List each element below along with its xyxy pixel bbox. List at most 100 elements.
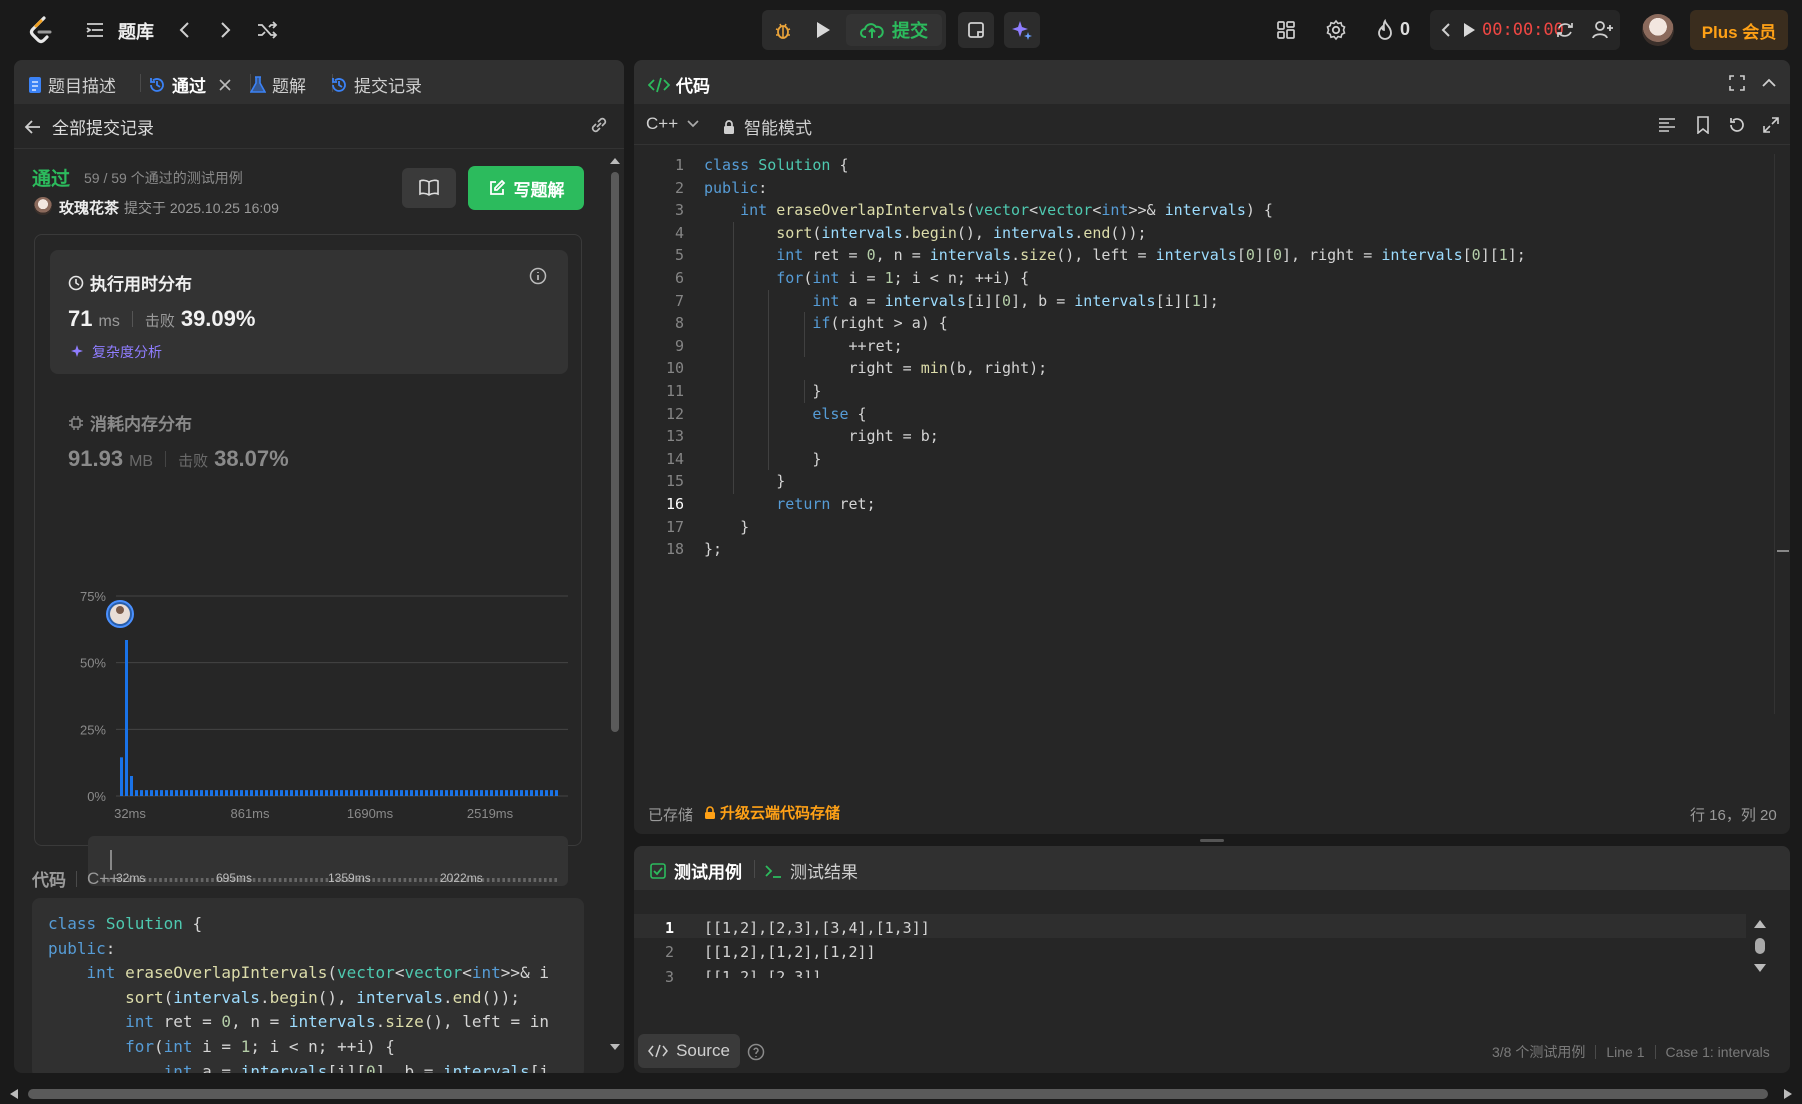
chart-bar[interactable] bbox=[345, 790, 348, 796]
chart-bar[interactable] bbox=[255, 790, 258, 796]
info-icon[interactable] bbox=[528, 266, 548, 286]
chart-bar[interactable] bbox=[310, 790, 313, 796]
chart-bar[interactable] bbox=[415, 790, 418, 796]
chart-bar[interactable] bbox=[150, 790, 153, 796]
share-link-icon[interactable] bbox=[586, 112, 612, 138]
chart-bar[interactable] bbox=[250, 790, 253, 796]
open-book-button[interactable] bbox=[402, 168, 456, 208]
chart-bar[interactable] bbox=[485, 790, 488, 796]
editor-scrollbar[interactable] bbox=[1774, 154, 1789, 714]
scrollbar-thumb[interactable] bbox=[28, 1089, 1768, 1099]
timer-play-icon[interactable] bbox=[1458, 16, 1480, 44]
chart-bar[interactable] bbox=[270, 790, 273, 796]
scroll-down-icon[interactable] bbox=[608, 1040, 622, 1054]
chart-bar[interactable] bbox=[120, 757, 123, 796]
chart-bar[interactable] bbox=[450, 790, 453, 796]
help-icon[interactable] bbox=[746, 1042, 766, 1062]
scroll-up-icon[interactable] bbox=[1753, 918, 1767, 930]
chart-bar[interactable] bbox=[260, 790, 263, 796]
editor-tab[interactable]: 代码 bbox=[648, 72, 710, 97]
chart-bar[interactable] bbox=[275, 790, 278, 796]
chart-bar[interactable] bbox=[355, 790, 358, 796]
scrollbar-thumb[interactable] bbox=[611, 172, 619, 732]
chart-bar[interactable] bbox=[495, 790, 498, 796]
timer-collapse-icon[interactable] bbox=[1436, 16, 1456, 44]
user-avatar[interactable] bbox=[1642, 14, 1674, 46]
chart-bar[interactable] bbox=[445, 790, 448, 796]
scroll-right-icon[interactable] bbox=[1782, 1088, 1794, 1100]
bookmark-icon[interactable] bbox=[1692, 114, 1714, 136]
chart-bar[interactable] bbox=[130, 776, 133, 796]
submit-button[interactable]: 提交 bbox=[846, 14, 942, 46]
chart-bar[interactable] bbox=[410, 790, 413, 796]
username[interactable]: 玫瑰花茶 bbox=[59, 197, 119, 218]
chart-bar[interactable] bbox=[455, 790, 458, 796]
ai-sparkle-icon[interactable] bbox=[1004, 12, 1040, 48]
chart-bar[interactable] bbox=[400, 790, 403, 796]
tab-description[interactable]: 题目描述 bbox=[28, 72, 116, 97]
chart-bar[interactable] bbox=[145, 790, 148, 796]
chart-bar[interactable] bbox=[475, 790, 478, 796]
code-content[interactable]: class Solution {public: int eraseOverlap… bbox=[704, 154, 1526, 561]
chart-bar[interactable] bbox=[165, 790, 168, 796]
chart-bar[interactable] bbox=[535, 790, 538, 796]
chart-bar[interactable] bbox=[360, 790, 363, 796]
chart-bar[interactable] bbox=[440, 790, 443, 796]
chart-bar[interactable] bbox=[435, 790, 438, 796]
chart-bar[interactable] bbox=[350, 790, 353, 796]
chart-bar[interactable] bbox=[390, 790, 393, 796]
chart-bar[interactable] bbox=[520, 790, 523, 796]
upgrade-cloud-storage-link[interactable]: 升级云端代码存储 bbox=[704, 802, 840, 823]
chart-bar[interactable] bbox=[540, 790, 543, 796]
tab-submissions[interactable]: 提交记录 bbox=[330, 72, 422, 97]
tab-testcases[interactable]: 测试用例 bbox=[650, 858, 742, 883]
back-to-submissions[interactable]: 全部提交记录 bbox=[24, 114, 154, 139]
shuffle-icon[interactable] bbox=[252, 16, 282, 44]
left-scrollbar[interactable] bbox=[608, 150, 622, 1060]
scroll-left-icon[interactable] bbox=[8, 1088, 20, 1100]
chart-minimap[interactable]: 32ms 695ms 1359ms 2022ms bbox=[88, 836, 568, 886]
chart-bar[interactable] bbox=[330, 790, 333, 796]
chart-bar[interactable] bbox=[230, 790, 233, 796]
chart-bar[interactable] bbox=[480, 790, 483, 796]
chart-bar[interactable] bbox=[490, 790, 493, 796]
chart-bar[interactable] bbox=[320, 790, 323, 796]
chart-bar[interactable] bbox=[300, 790, 303, 796]
add-friend-icon[interactable] bbox=[1586, 14, 1620, 46]
list-menu-icon[interactable] bbox=[80, 16, 110, 44]
chart-bar[interactable] bbox=[500, 790, 503, 796]
chart-bar[interactable] bbox=[175, 790, 178, 796]
chart-bar[interactable] bbox=[265, 790, 268, 796]
chart-bar[interactable] bbox=[335, 790, 338, 796]
leetcode-logo-icon[interactable] bbox=[24, 13, 58, 47]
tab-solutions[interactable]: 题解 bbox=[250, 72, 306, 97]
chart-bar[interactable] bbox=[225, 790, 228, 796]
reset-icon[interactable] bbox=[1726, 114, 1748, 136]
chart-bar[interactable] bbox=[190, 790, 193, 796]
chart-bar[interactable] bbox=[305, 790, 308, 796]
collapse-icon[interactable] bbox=[1758, 72, 1780, 94]
complexity-analysis-link[interactable]: 复杂度分析 bbox=[70, 342, 162, 362]
chart-bar[interactable] bbox=[555, 790, 558, 796]
chart-bar[interactable] bbox=[405, 790, 408, 796]
chart-bar[interactable] bbox=[315, 790, 318, 796]
chart-bar[interactable] bbox=[375, 790, 378, 796]
scrollbar-thumb[interactable] bbox=[1755, 938, 1765, 954]
chart-bar[interactable] bbox=[380, 790, 383, 796]
submitted-code-block[interactable]: class Solution {public: int eraseOverlap… bbox=[32, 898, 584, 1073]
scroll-down-icon[interactable] bbox=[1753, 962, 1767, 974]
chart-bar[interactable] bbox=[430, 790, 433, 796]
chart-bar[interactable] bbox=[240, 790, 243, 796]
code-editor[interactable]: 1 2 3 4 5 6 7 8 9 10 11 12 13 14 15 16 17 18 class Soluti… bbox=[634, 154, 1774, 714]
panel-resize-handle[interactable] bbox=[1200, 839, 1224, 842]
chart-bar[interactable] bbox=[200, 790, 203, 796]
chart-bar[interactable] bbox=[290, 790, 293, 796]
plus-member-button[interactable]: Plus 会员 bbox=[1690, 10, 1788, 50]
chart-bar[interactable] bbox=[285, 790, 288, 796]
chart-bar[interactable] bbox=[365, 790, 368, 796]
chart-bar[interactable] bbox=[245, 790, 248, 796]
chart-bar[interactable] bbox=[135, 790, 138, 796]
chart-bar[interactable] bbox=[180, 790, 183, 796]
chart-bar[interactable] bbox=[325, 790, 328, 796]
fire-streak-icon[interactable] bbox=[1372, 16, 1398, 44]
